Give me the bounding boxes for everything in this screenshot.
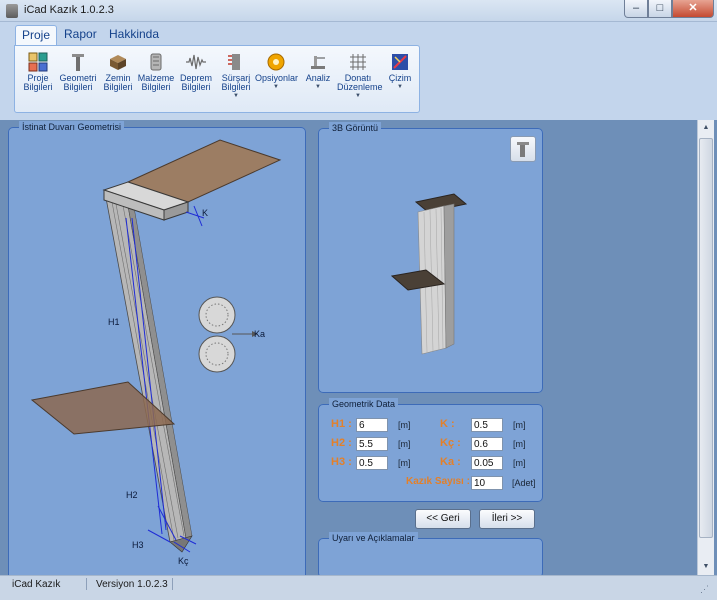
dim-label-ka: Ka (254, 329, 265, 339)
geometry-icon (72, 54, 84, 71)
window-title: iCad Kazık 1.0.2.3 (24, 4, 114, 16)
material-icon (150, 53, 162, 71)
scroll-down-arrow-icon[interactable]: ▼ (698, 559, 714, 575)
tab-hakkinda[interactable]: Hakkinda (103, 25, 165, 45)
scroll-up-arrow-icon[interactable]: ▲ (698, 120, 714, 136)
geometry-panel-title: İstinat Duvarı Geometrisi (19, 121, 125, 133)
options-button[interactable]: Opsiyonlar ▼ (255, 50, 299, 110)
dim-label-h3: H3 (132, 540, 144, 550)
kc-unit: [m] (513, 439, 526, 449)
close-button[interactable]: ✕ (672, 0, 714, 18)
title-bar: iCad Kazık 1.0.2.3 – □ ✕ (0, 0, 717, 22)
geometry-info-button[interactable]: Geometri Bilgileri (57, 50, 99, 110)
options-dropdown-arrow[interactable]: ▼ (255, 83, 297, 91)
h1-input[interactable] (356, 418, 388, 432)
surcharge-info-button[interactable]: Sürşarj Bilgileri ▼ (215, 50, 257, 110)
rebar-edit-label: Donatı Düzenleme (337, 73, 383, 92)
h3-input[interactable] (356, 456, 388, 470)
k-label: K : (440, 418, 455, 430)
surcharge-dropdown-arrow[interactable]: ▼ (215, 92, 257, 100)
pile-count-label: Kazık Sayısı : (406, 476, 470, 487)
material-info-button[interactable]: Malzeme Bilgileri (135, 50, 177, 110)
notes-panel: Uyarı ve Açıklamalar (318, 532, 543, 578)
pile-count-input[interactable] (471, 476, 503, 490)
earthquake-info-label: Deprem Bilgileri (179, 73, 212, 92)
h2-unit: [m] (398, 439, 411, 449)
ka-label: Ka : (440, 456, 461, 468)
project-info-label: Proje Bilgileri (23, 73, 53, 92)
next-button[interactable]: İleri >> (479, 509, 535, 529)
status-bar: iCad Kazık Versiyon 1.0.2.3 ⋰ (0, 575, 717, 600)
k-unit: [m] (513, 420, 526, 430)
dim-label-k: K (202, 208, 208, 218)
menu-bar: Proje Rapor Hakkinda (0, 22, 717, 46)
surcharge-info-label: Sürşarj Bilgileri (221, 73, 251, 92)
earthquake-info-button[interactable]: Deprem Bilgileri (175, 50, 217, 110)
geometric-data-title: Geometrik Data (329, 398, 399, 410)
3d-view-title: 3B Görüntü (329, 122, 382, 134)
3d-model-render (390, 193, 468, 355)
project-info-icon (28, 52, 48, 72)
analysis-icon (311, 56, 325, 69)
pile-count-unit: [Adet] (512, 478, 536, 488)
cube-view-icon (517, 142, 529, 157)
ka-unit: [m] (513, 458, 526, 468)
kc-input[interactable] (471, 437, 503, 451)
notes-panel-title: Uyarı ve Açıklamalar (329, 532, 418, 544)
minimize-button[interactable]: – (624, 0, 648, 18)
analysis-dropdown-arrow[interactable]: ▼ (297, 83, 339, 91)
h2-label: H2 : (331, 437, 352, 449)
gear-icon (267, 53, 285, 71)
dim-label-kc: Kç (178, 556, 189, 566)
scroll-thumb[interactable] (699, 138, 713, 538)
status-separator (86, 578, 87, 590)
h2-input[interactable] (356, 437, 388, 451)
h3-unit: [m] (398, 458, 411, 468)
soil-info-button[interactable]: Zemin Bilgileri (97, 50, 139, 110)
soil-info-label: Zemin Bilgileri (103, 73, 133, 92)
analysis-label: Analiz (305, 73, 331, 83)
tab-rapor[interactable]: Rapor (58, 25, 103, 45)
soil-icon (110, 55, 126, 70)
ribbon-panel: Proje Bilgileri Geometri Bilgileri Zemin… (14, 45, 420, 113)
h1-unit: [m] (398, 420, 411, 430)
status-separator (172, 578, 173, 590)
analysis-button[interactable]: Analiz ▼ (297, 50, 339, 110)
h3-label: H3 : (331, 456, 352, 468)
options-label: Opsiyonlar (255, 73, 299, 83)
wall-geometry-diagram: K H1 Ka H2 H3 Kç (30, 139, 282, 566)
drawing-button[interactable]: Çizim ▼ (379, 50, 421, 110)
status-app-name: iCad Kazık (12, 579, 61, 590)
pile-section-circles (198, 296, 258, 373)
resize-grip-icon[interactable]: ⋰ (700, 584, 709, 595)
earthquake-icon (186, 54, 206, 70)
h1-label: H1 : (331, 418, 352, 430)
project-info-button[interactable]: Proje Bilgileri (17, 50, 59, 110)
status-version: Versiyon 1.0.2.3 (96, 579, 168, 590)
dim-label-h1: H1 (108, 317, 120, 327)
surcharge-icon (228, 54, 240, 70)
drawing-icon (392, 54, 408, 70)
drawing-label: Çizim (388, 73, 412, 83)
3d-view-toggle-button[interactable] (510, 136, 536, 162)
maximize-button[interactable]: □ (648, 0, 672, 18)
tab-proje[interactable]: Proje (15, 25, 58, 45)
rebar-edit-button[interactable]: Donatı Düzenleme ▼ (337, 50, 383, 110)
kc-label: Kç : (440, 437, 461, 449)
drawing-dropdown-arrow[interactable]: ▼ (379, 83, 421, 91)
geometry-info-label: Geometri Bilgileri (59, 73, 97, 92)
rebar-edit-dropdown-arrow[interactable]: ▼ (337, 92, 379, 100)
app-icon (6, 4, 18, 18)
ka-input[interactable] (471, 456, 503, 470)
vertical-scrollbar[interactable]: ▲ ▼ (697, 120, 714, 575)
material-info-label: Malzeme Bilgileri (137, 73, 175, 92)
rebar-grid-icon (350, 54, 366, 70)
k-input[interactable] (471, 418, 503, 432)
dim-label-h2: H2 (126, 490, 138, 500)
back-button[interactable]: << Geri (415, 509, 471, 529)
